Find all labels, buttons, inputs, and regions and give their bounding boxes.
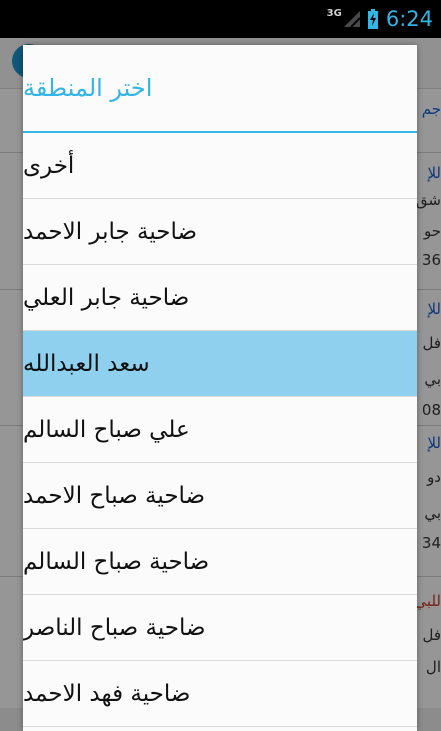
battery-charging-icon	[367, 9, 378, 29]
region-option[interactable]: ضاحية صباح الناصر	[23, 595, 417, 661]
signal-icon	[343, 11, 360, 27]
region-option[interactable]: ضاحية فهد الاحمد	[23, 661, 417, 727]
clock: 6:24	[385, 7, 433, 31]
region-option[interactable]: ضاحية جابر العلي	[23, 265, 417, 331]
network-type: 3G	[326, 7, 342, 19]
dialog-title: اختر المنطقة	[23, 45, 417, 133]
status-bar: 3G 6:24	[0, 0, 441, 38]
region-option[interactable]: ضاحية صباح الاحمد	[23, 463, 417, 529]
region-picker-dialog: اختر المنطقة أخرى ضاحية جابر الاحمد ضاحية …	[23, 45, 417, 731]
region-option[interactable]: أخرى	[23, 133, 417, 199]
region-options-list: أخرى ضاحية جابر الاحمد ضاحية جابر العلي سعد…	[23, 133, 417, 727]
region-option[interactable]: علي صباح السالم	[23, 397, 417, 463]
region-option[interactable]: ضاحية جابر الاحمد	[23, 199, 417, 265]
region-option[interactable]: ضاحية صباح السالم	[23, 529, 417, 595]
region-option[interactable]: سعد العبدالله	[23, 331, 417, 397]
